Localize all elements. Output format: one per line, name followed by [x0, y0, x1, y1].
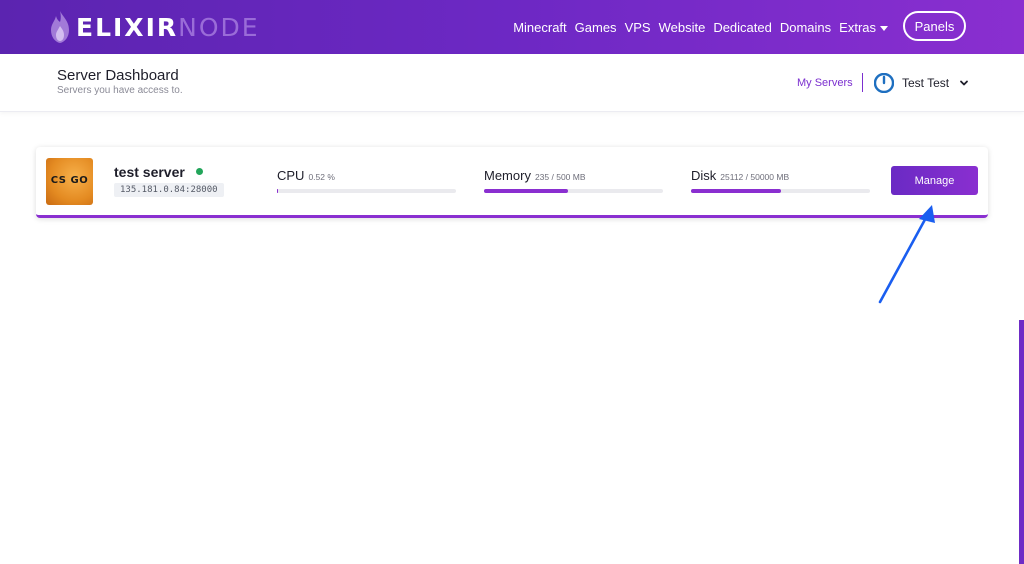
- memory-value: 235 / 500 MB: [534, 172, 586, 182]
- page-subtitle: Servers you have access to.: [57, 85, 183, 96]
- memory-stat: Memory 235 / 500 MB: [484, 167, 663, 193]
- server-card[interactable]: CS GO test server 135.181.0.84:28000 CPU…: [36, 147, 988, 218]
- cpu-bar-fill: [277, 189, 279, 193]
- disk-value: 25112 / 50000 MB: [720, 172, 790, 182]
- flame-icon: [51, 11, 69, 43]
- nav-link-vps[interactable]: VPS: [625, 20, 651, 35]
- cpu-stat: CPU 0.52 %: [277, 167, 456, 193]
- manage-button[interactable]: Manage: [891, 166, 978, 195]
- page-title: Server Dashboard: [57, 67, 179, 84]
- power-icon[interactable]: [874, 73, 894, 93]
- header-divider: [862, 73, 863, 92]
- page-header: Server Dashboard Servers you have access…: [0, 54, 1024, 112]
- top-nav: ELIXIR NODE Minecraft Games VPS Website D…: [0, 0, 1024, 54]
- nav-link-dedicated[interactable]: Dedicated: [713, 20, 772, 35]
- cpu-bar: [277, 189, 456, 193]
- status-online-icon: [196, 168, 203, 175]
- game-logo-icon: CS GO: [46, 158, 93, 205]
- nav-link-extras-label: Extras: [839, 19, 876, 35]
- disk-label: Disk: [691, 168, 717, 183]
- brand-logo[interactable]: ELIXIR NODE: [48, 10, 260, 44]
- scrollbar-thumb[interactable]: [1019, 320, 1024, 564]
- nav-link-extras[interactable]: Extras: [839, 20, 888, 35]
- memory-bar-fill: [484, 189, 569, 193]
- disk-bar-fill: [691, 189, 781, 193]
- brand-name-bold: ELIXIR: [76, 12, 179, 42]
- cpu-value: 0.52 %: [308, 172, 335, 182]
- caret-down-icon: [880, 25, 888, 31]
- chevron-down-icon[interactable]: [959, 78, 969, 88]
- game-logo-text: CS GO: [50, 175, 89, 186]
- memory-label: Memory: [484, 168, 531, 183]
- my-servers-link[interactable]: My Servers: [797, 77, 853, 89]
- memory-bar: [484, 189, 663, 193]
- nav-link-website[interactable]: Website: [659, 20, 706, 35]
- nav-link-domains[interactable]: Domains: [780, 20, 831, 35]
- disk-stat: Disk 25112 / 50000 MB: [691, 167, 870, 193]
- server-name[interactable]: test server: [114, 164, 185, 180]
- user-menu[interactable]: Test Test: [902, 76, 949, 90]
- cpu-label: CPU: [277, 168, 305, 183]
- nav-link-games[interactable]: Games: [575, 20, 617, 35]
- nav-links: Minecraft Games VPS Website Dedicated Do…: [513, 0, 888, 54]
- disk-bar: [691, 189, 870, 193]
- server-address: 135.181.0.84:28000: [114, 183, 224, 197]
- panels-button[interactable]: Panels: [903, 11, 966, 41]
- brand-name-light: NODE: [178, 12, 260, 42]
- nav-link-minecraft[interactable]: Minecraft: [513, 20, 566, 35]
